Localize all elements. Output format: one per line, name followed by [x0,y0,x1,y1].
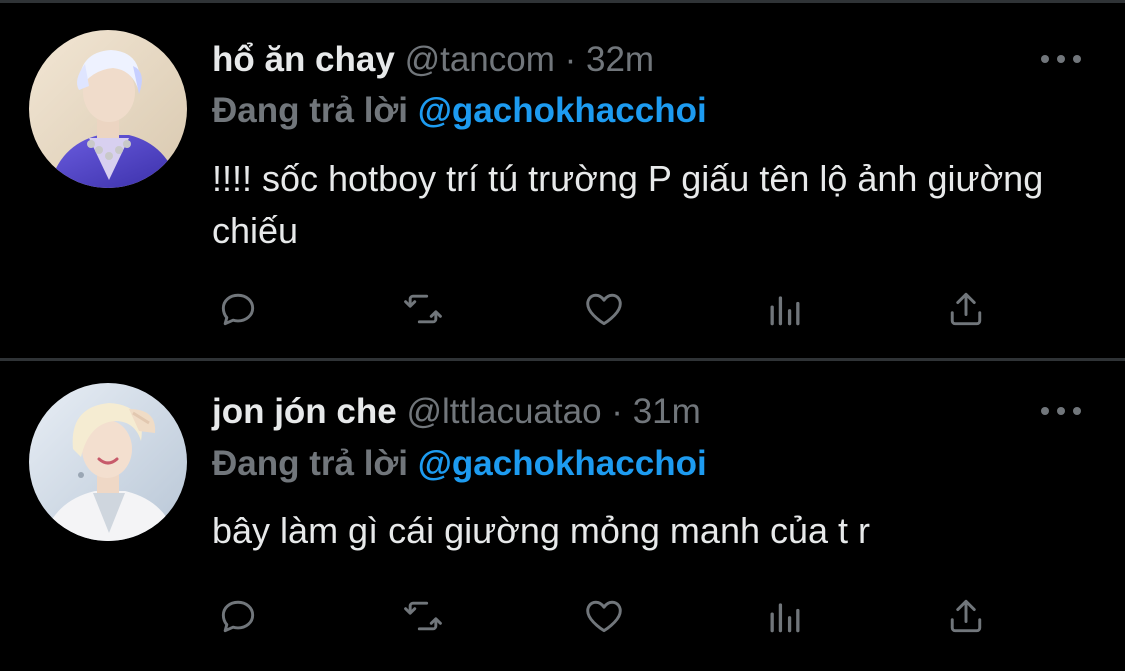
reply-prefix: Đang trả lời [212,444,409,483]
like-button[interactable] [580,285,628,333]
more-options-icon[interactable] [1041,49,1081,69]
display-name[interactable]: jon jón che [212,392,397,431]
retweet-icon [404,294,442,324]
share-icon [950,599,982,633]
avatar-photo-icon [29,383,187,541]
analytics-button[interactable] [761,592,809,640]
tweet-actions [212,592,1002,640]
separator-dot: · [564,40,577,79]
tweet-header: hổ ăn chay @tancom · 32m [212,38,654,82]
reply-icon [221,293,255,326]
timestamp[interactable]: 31m [633,392,701,431]
tweet-text: !!!! sốc hotboy trí tú trường P giấu tên… [212,158,1044,251]
retweet-button[interactable] [399,592,447,640]
reply-icon [221,600,255,633]
analytics-button[interactable] [761,285,809,333]
avatar[interactable] [29,30,187,188]
user-handle[interactable]: @lttlacuatao [406,392,601,431]
share-icon [950,292,982,326]
reply-context: Đang trả lời @gachokhacchoi [212,442,707,486]
tweet[interactable]: hổ ăn chay @tancom · 32m Đang trả lời @g… [0,3,1125,361]
reply-context: Đang trả lời @gachokhacchoi [212,89,707,133]
avatar[interactable] [29,383,187,541]
share-button[interactable] [942,592,990,640]
avatar-photo-icon [29,30,187,188]
tweet-header: jon jón che @lttlacuatao · 31m [212,390,701,434]
user-handle[interactable]: @tancom [405,40,555,79]
tweet[interactable]: jon jón che @lttlacuatao · 31m Đang trả … [0,360,1125,671]
reply-mention-link[interactable]: @gachokhacchoi [418,444,707,483]
reply-button[interactable] [214,592,262,640]
analytics-icon [770,603,800,633]
reply-button[interactable] [214,285,262,333]
timestamp[interactable]: 32m [586,40,654,79]
more-options-icon[interactable] [1041,401,1081,421]
separator-dot: · [611,392,623,431]
like-icon [586,600,622,633]
reply-mention-link[interactable]: @gachokhacchoi [418,91,707,130]
share-button[interactable] [942,285,990,333]
tweet-text: bây làm gì cái giường mỏng manh của t r [212,510,871,551]
analytics-icon [770,296,800,326]
retweet-button[interactable] [399,285,447,333]
reply-prefix: Đang trả lời [212,91,409,130]
retweet-icon [404,601,442,631]
display-name[interactable]: hổ ăn chay [212,40,395,79]
like-icon [586,293,622,326]
like-button[interactable] [580,592,628,640]
tweet-actions [212,285,1002,333]
